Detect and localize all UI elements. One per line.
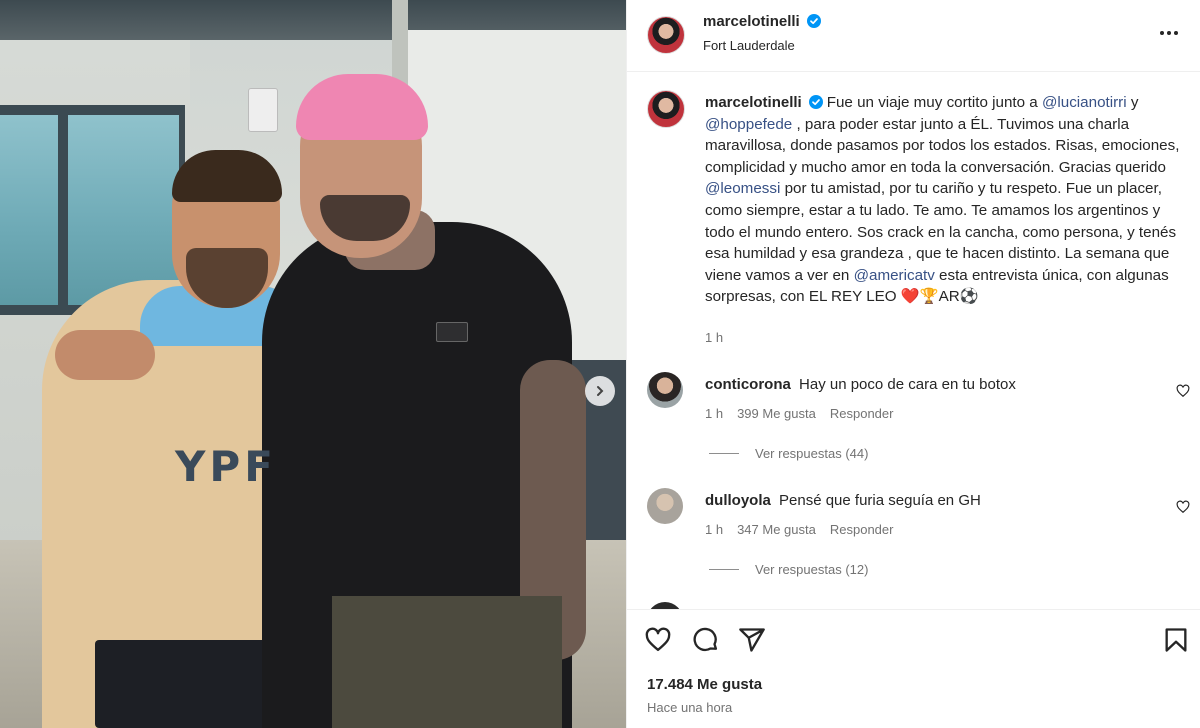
like-button[interactable] [643, 626, 673, 656]
comment-button[interactable] [691, 626, 721, 656]
mention-link[interactable]: @leomessi [705, 180, 780, 197]
more-options-button[interactable] [1155, 22, 1183, 44]
heart-icon [645, 627, 671, 652]
tinelli-pants [332, 596, 562, 728]
view-replies-button[interactable]: Ver respuestas (12) [709, 562, 868, 577]
mention-link[interactable]: @americatv [854, 267, 935, 284]
comment-time: 1 h [705, 406, 724, 421]
comment-text: Hay un poco de cara en tu botox [799, 376, 1016, 393]
caption-text: Fue un viaje muy cortito junto a @lucian… [705, 94, 1179, 305]
comment-likes-count[interactable]: 347 Me gusta [737, 522, 816, 537]
comment-text: Pensé que furia seguía en GH [779, 492, 981, 509]
avatar[interactable] [647, 16, 685, 54]
comment: dulloyola Pensé que furia seguía en GH 1… [627, 484, 1200, 594]
shirt-logo-patch [436, 322, 468, 342]
caption-fragment: Fue un viaje muy cortito junto a [826, 94, 1042, 111]
comment-time: 1 h [705, 522, 724, 537]
post-photo: YPF [0, 0, 626, 728]
comment-like-button[interactable] [1175, 384, 1191, 400]
comment-username[interactable]: conticorona [705, 376, 791, 393]
comment-meta: 1 h 347 Me gusta Responder [705, 522, 893, 537]
likes-count[interactable]: 17.484 Me gusta [647, 676, 762, 693]
comment-username[interactable]: dulloyola [705, 492, 771, 509]
comment: conticorona Hay un poco de cara en tu bo… [627, 368, 1200, 478]
post-header: marcelotinelli Fort Lauderdale [627, 0, 1200, 72]
comment-body: dulloyola Pensé que furia seguía en GH [705, 492, 981, 509]
mention-link[interactable]: @lucianotirri [1042, 94, 1127, 111]
thermostat [248, 88, 278, 132]
jersey-sponsor-text: YPF [175, 442, 277, 491]
caption-avatar[interactable] [647, 90, 685, 128]
chevron-right-icon [597, 386, 604, 396]
post-side-panel: marcelotinelli Fort Lauderdale marceloti… [626, 0, 1200, 728]
share-button[interactable] [737, 626, 767, 656]
view-replies-label: Ver respuestas (44) [755, 446, 869, 461]
replies-divider [709, 453, 739, 454]
comment-like-button[interactable] [1175, 500, 1191, 516]
reply-button[interactable]: Responder [830, 522, 894, 537]
comment-icon [693, 627, 718, 652]
messi-hair [172, 150, 282, 202]
post-actions-bar: 17.484 Me gusta Hace una hora [627, 609, 1200, 728]
share-icon [739, 628, 765, 652]
save-button[interactable] [1161, 626, 1191, 656]
verified-badge-icon [808, 95, 823, 109]
caption-timestamp: 1 h [705, 330, 724, 345]
mention-link[interactable]: @hoppefede [705, 116, 792, 133]
more-options-icon [1160, 31, 1164, 35]
header-username-row: marcelotinelli [703, 13, 822, 31]
commenter-avatar[interactable] [647, 488, 683, 524]
next-photo-button[interactable] [585, 376, 615, 406]
caption-fragment: y [1126, 94, 1139, 111]
post-timestamp: Hace una hora [647, 700, 733, 715]
replies-divider [709, 569, 739, 570]
heart-icon [1176, 384, 1190, 398]
comment-likes-count[interactable]: 399 Me gusta [737, 406, 816, 421]
post-location[interactable]: Fort Lauderdale [703, 38, 795, 53]
comment-meta: 1 h 399 Me gusta Responder [705, 406, 893, 421]
bookmark-icon [1165, 628, 1187, 652]
comments-scroll-area[interactable]: marcelotinelli Fue un viaje muy cortito … [627, 72, 1200, 609]
view-replies-label: Ver respuestas (12) [755, 562, 869, 577]
reply-button[interactable]: Responder [830, 406, 894, 421]
commenter-avatar[interactable] [647, 372, 683, 408]
comment-body: conticorona Hay un poco de cara en tu bo… [705, 376, 1016, 393]
verified-badge-icon [807, 14, 822, 28]
heart-icon [1176, 500, 1190, 514]
author-username[interactable]: marcelotinelli [703, 13, 800, 30]
view-replies-button[interactable]: Ver respuestas (44) [709, 446, 868, 461]
arm-around-shoulder [55, 330, 155, 380]
post-caption: marcelotinelli Fue un viaje muy cortito … [705, 92, 1183, 308]
caption-username[interactable]: marcelotinelli [705, 94, 802, 111]
commenter-avatar[interactable] [647, 602, 683, 609]
